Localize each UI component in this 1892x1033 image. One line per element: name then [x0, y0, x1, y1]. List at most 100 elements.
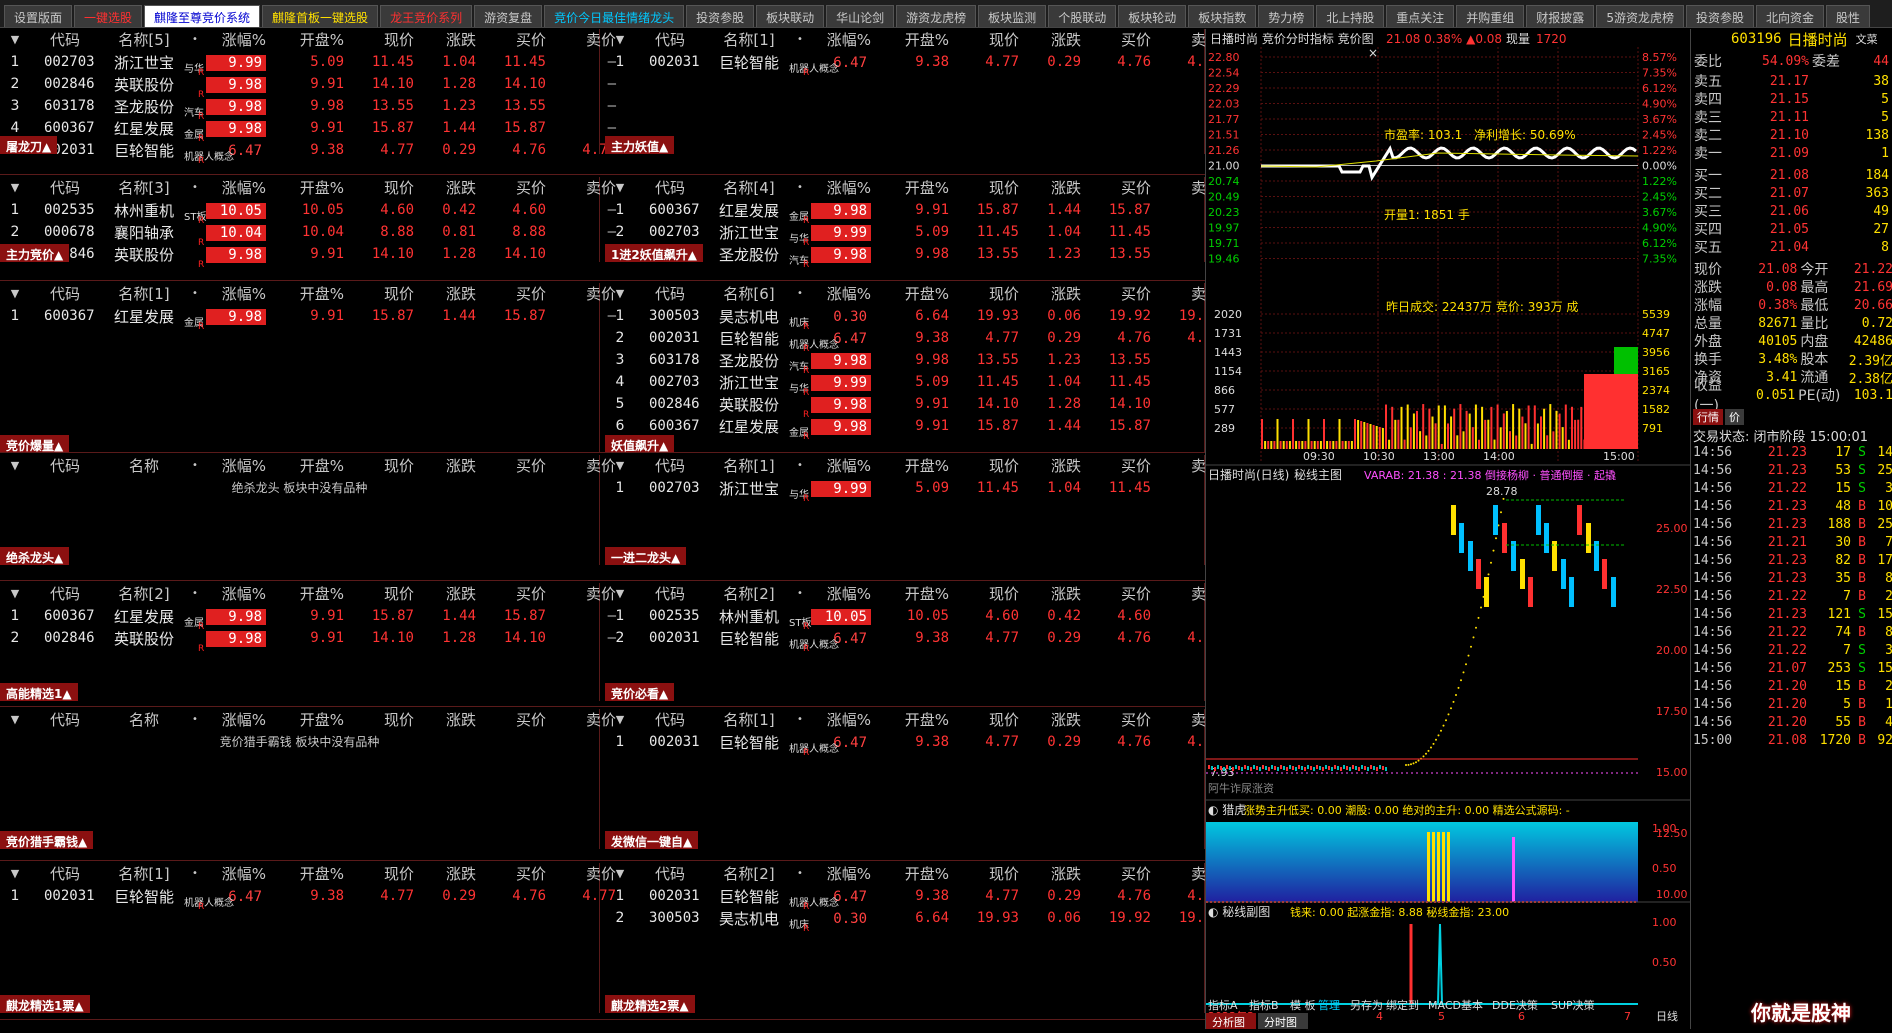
stock-code[interactable]: 600367 [635, 202, 719, 218]
stock-code[interactable]: 002031 [30, 888, 114, 904]
column-header-now[interactable]: 现价 [957, 29, 1025, 50]
column-header-bid[interactable]: 买价 [484, 709, 552, 730]
table-row[interactable]: 1600367红星发展金属R9.989.9115.871.4415.87– [0, 305, 616, 333]
column-header-chg[interactable]: 涨幅% [807, 455, 877, 476]
table-row[interactable]: 2 000678 襄阳轴承 R 10.04 10.04 8.88 0.81 8.88– [0, 221, 616, 249]
table-row[interactable]: 1002535林州重机ST板R10.0510.054.600.424.60– [0, 199, 616, 227]
column-header-diff[interactable]: 涨跌 [420, 29, 484, 50]
stock-code[interactable]: 002031 [635, 888, 719, 904]
column-header-name[interactable]: 名称[1] [705, 29, 793, 50]
column-header-bid[interactable]: 买价 [484, 863, 552, 884]
panel-title[interactable]: 一进二龙头▲ [605, 547, 687, 565]
column-header-dot[interactable]: • [793, 588, 807, 599]
toolbar-2[interactable]: 模 板 [1290, 998, 1316, 1012]
column-header-name[interactable]: 名称[1] [100, 283, 188, 304]
stock-name[interactable]: 襄阳轴承 [114, 222, 188, 243]
top-tab-12[interactable]: 个股联动 [1048, 5, 1117, 27]
column-header-open[interactable]: 开盘% [877, 709, 957, 730]
stock-name[interactable]: 浙江世宝 [719, 222, 793, 243]
column-header-chg[interactable]: 涨幅% [807, 709, 877, 730]
stock-code[interactable]: 002535 [30, 202, 114, 218]
column-header-chg[interactable]: 涨幅% [807, 29, 877, 50]
column-header-bid[interactable]: 买价 [484, 29, 552, 50]
stock-name[interactable]: 巨轮智能 [114, 140, 188, 161]
panel-title[interactable]: 发微信一键自▲ [605, 831, 699, 849]
sort-arrow-icon[interactable]: ▼ [605, 713, 635, 726]
table-row[interactable]: 2 300503 昊志机电 机床 R 0.30 6.64 19.93 0.06 19.92 19.9… [605, 907, 1221, 935]
stock-code[interactable]: 002846 [30, 630, 114, 646]
column-header-dot[interactable]: • [188, 182, 202, 193]
panel-title[interactable]: 妖值飙升▲ [605, 435, 675, 453]
stock-code[interactable]: 600367 [30, 308, 114, 324]
column-header-name[interactable]: 名称[5] [100, 29, 188, 50]
column-header-bid[interactable]: 买价 [484, 177, 552, 198]
table-row[interactable]: 1 300503 昊志机电 机床 R 0.30 6.64 19.93 0.06 19.92 19.9… [605, 305, 1221, 333]
column-header-bid[interactable]: 买价 [484, 455, 552, 476]
stock-name[interactable]: 红星发展 [114, 118, 188, 139]
column-header-now[interactable]: 现价 [957, 863, 1025, 884]
stock-name[interactable]: 英联股份 [719, 394, 793, 415]
table-row[interactable]: 1002703浙江世宝与华R9.995.0911.451.0411.45– [605, 477, 1221, 505]
top-tab-16[interactable]: 北上持股 [1316, 5, 1385, 27]
table-row[interactable]: 2002703浙江世宝与华R9.995.0911.451.0411.45– [605, 221, 1221, 249]
stock-code[interactable]: 002535 [635, 608, 719, 624]
column-header-now[interactable]: 现价 [352, 455, 420, 476]
stock-name[interactable]: 浙江世宝 [719, 478, 793, 499]
column-header-code[interactable]: 代码 [30, 709, 100, 730]
column-header-now[interactable]: 现价 [352, 863, 420, 884]
table-row[interactable]: 1002031巨轮智能机器人概念R6.479.384.770.294.764.7… [605, 731, 1221, 759]
sort-arrow-icon[interactable]: ▼ [0, 181, 30, 194]
stock-code[interactable]: 002703 [635, 374, 719, 390]
column-header-bid[interactable]: 买价 [1089, 583, 1157, 604]
table-row[interactable]: 2 002846 英联股份 R 9.98 9.91 14.10 1.28 14.10– [0, 73, 616, 101]
sort-arrow-icon[interactable]: ▼ [605, 33, 635, 46]
sort-arrow-icon[interactable]: ▼ [0, 33, 30, 46]
stock-name[interactable]: 巨轮智能 [719, 732, 793, 753]
column-header-open[interactable]: 开盘% [272, 177, 352, 198]
column-header-name[interactable]: 名称[3] [100, 177, 188, 198]
bottom-tab-1[interactable]: 分时图 [1264, 1016, 1297, 1029]
column-header-diff[interactable]: 涨跌 [1025, 177, 1089, 198]
chart-canvas[interactable]: 日播时尚 竞价分时指标 竞价图 21.08 0.38% ▲0.08 现量 1720 × 2… [1206, 29, 1691, 1029]
column-header-code[interactable]: 代码 [30, 29, 100, 50]
top-tab-2[interactable]: 麒隆至尊竞价系统 [144, 5, 261, 27]
column-header-diff[interactable]: 涨跌 [1025, 283, 1089, 304]
column-header-open[interactable]: 开盘% [877, 455, 957, 476]
column-header-bid[interactable]: 买价 [1089, 455, 1157, 476]
stock-code[interactable]: 002703 [635, 224, 719, 240]
column-header-code[interactable]: 代码 [30, 177, 100, 198]
stock-name[interactable]: 圣龙股份 [719, 244, 793, 265]
stock-name[interactable]: 英联股份 [114, 74, 188, 95]
stock-code[interactable]: 002703 [635, 480, 719, 496]
panel-title[interactable]: 高能精选1▲ [0, 683, 78, 701]
top-tab-1[interactable]: 一键选股 [74, 5, 143, 27]
column-header-open[interactable]: 开盘% [877, 283, 957, 304]
column-header-dot[interactable]: • [188, 34, 202, 45]
stock-name[interactable]: 林州重机 [719, 606, 793, 627]
column-header-diff[interactable]: 涨跌 [420, 709, 484, 730]
stock-name[interactable]: 红星发展 [719, 200, 793, 221]
panel-title[interactable]: 主力妖值▲ [605, 136, 675, 154]
bottom-tab-0[interactable]: 分析图 [1212, 1015, 1245, 1029]
table-row[interactable]: 1002703浙江世宝与华R9.995.0911.451.0411.45– [0, 51, 616, 79]
top-tab-14[interactable]: 板块指数 [1188, 5, 1257, 27]
column-header-bid[interactable]: 买价 [1089, 283, 1157, 304]
panel-title[interactable]: 竞价猎手霸钱▲ [0, 831, 94, 849]
top-tab-6[interactable]: 竞价今日最佳情绪龙头 [544, 5, 685, 27]
panel-title[interactable]: 竞价爆量▲ [0, 435, 70, 453]
sort-arrow-icon[interactable]: ▼ [0, 713, 30, 726]
column-header-name[interactable]: 名称 [100, 709, 188, 730]
column-header-diff[interactable]: 涨跌 [1025, 29, 1089, 50]
sort-arrow-icon[interactable]: ▼ [605, 459, 635, 472]
column-header-chg[interactable]: 涨幅% [202, 283, 272, 304]
column-header-dot[interactable]: • [188, 288, 202, 299]
column-header-chg[interactable]: 涨幅% [202, 863, 272, 884]
column-header-diff[interactable]: 涨跌 [1025, 455, 1089, 476]
top-tab-4[interactable]: 龙王竞价系列 [380, 5, 473, 27]
column-header-diff[interactable]: 涨跌 [420, 283, 484, 304]
column-header-code[interactable]: 代码 [30, 583, 100, 604]
column-header-code[interactable]: 代码 [635, 177, 705, 198]
column-header-code[interactable]: 代码 [30, 863, 100, 884]
column-header-code[interactable]: 代码 [635, 709, 705, 730]
column-header-code[interactable]: 代码 [635, 863, 705, 884]
